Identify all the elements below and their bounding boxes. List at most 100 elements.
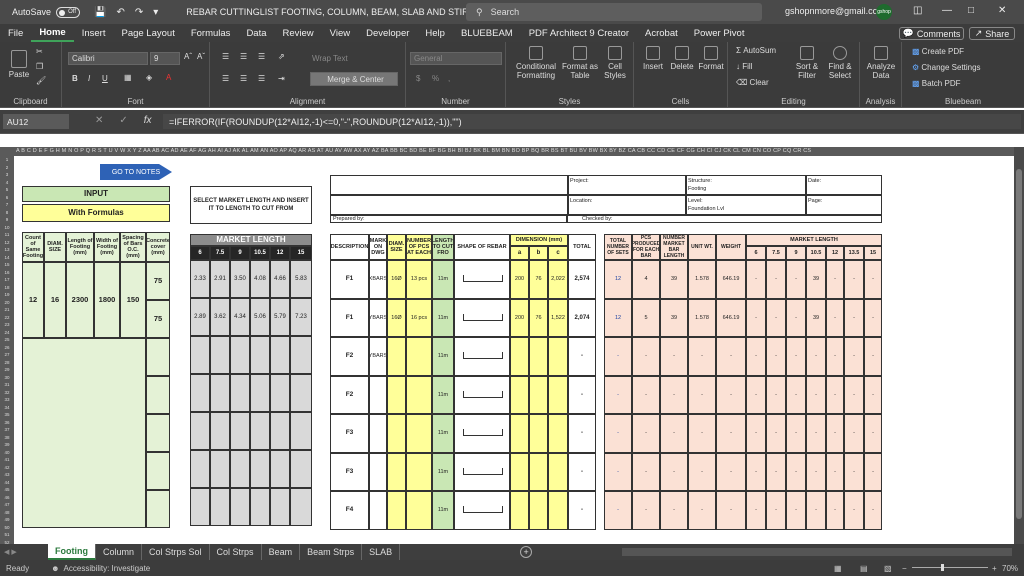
user-email[interactable]: gshopnmore@gmail.com <box>785 6 885 16</box>
row-nmb[interactable]: - <box>660 491 688 530</box>
row-header[interactable]: 18 <box>0 284 14 292</box>
row-dimension-a[interactable]: 200 <box>510 298 529 337</box>
row-market-value[interactable]: 39 <box>806 260 826 299</box>
worksheet-grid[interactable]: GO TO NOTES INPUT With Formulas SELECT M… <box>14 156 1014 544</box>
row-diameter[interactable]: 16Ø <box>387 260 406 299</box>
avatar[interactable]: gshop <box>876 4 892 20</box>
market-empty-cell[interactable] <box>230 412 250 450</box>
input-header[interactable]: Length of Footing (mm) <box>66 232 94 262</box>
row-dimension-c[interactable] <box>548 375 568 414</box>
row-dimension-b[interactable] <box>529 337 548 376</box>
rebar-shape[interactable] <box>454 298 510 337</box>
zoom-slider-knob[interactable] <box>941 564 944 571</box>
row-market-value[interactable]: - <box>844 452 864 491</box>
input-empty-cell[interactable] <box>146 414 170 452</box>
right-market-length[interactable]: 15 <box>864 246 882 260</box>
row-headers[interactable]: 1 2 3 4 5 6 7 8 9 10 11 12 13 14 15 16 17 18 19 20 21 22 23 24 2… <box>0 156 14 544</box>
row-header[interactable]: 43 <box>0 471 14 479</box>
row-market-value[interactable]: - <box>786 298 806 337</box>
right-market-length[interactable]: 10.5 <box>806 246 826 260</box>
row-sets[interactable]: 12 <box>604 298 632 337</box>
format-painter-icon[interactable]: 🖌 <box>36 76 46 85</box>
row-header[interactable]: 45 <box>0 486 14 494</box>
row-header[interactable]: 27 <box>0 351 14 359</box>
date-field[interactable]: Date: <box>806 175 882 195</box>
market-length-header[interactable]: 10.5 <box>250 246 270 260</box>
input-empty-cell[interactable] <box>146 490 170 528</box>
menu-tab-formulas[interactable]: Formulas <box>183 24 239 42</box>
bold-button[interactable]: B <box>72 74 78 83</box>
menu-tab-view[interactable]: View <box>322 24 358 42</box>
row-market-value[interactable]: - <box>746 337 766 376</box>
zoom-level[interactable]: 70% <box>1002 564 1018 573</box>
row-pieces[interactable] <box>406 491 432 530</box>
change-settings-button[interactable]: ⚙ Change Settings <box>912 63 981 72</box>
row-mark[interactable] <box>369 452 387 491</box>
input-header[interactable]: DIAM. SIZE <box>44 232 66 262</box>
row-header[interactable]: 25 <box>0 336 14 344</box>
input-header[interactable]: Count of Same Footing <box>22 232 44 262</box>
rebar-shape[interactable] <box>454 260 510 299</box>
sheet-tab-slab[interactable]: SLAB <box>362 544 401 560</box>
row-nmb[interactable]: 39 <box>660 260 688 299</box>
row-dimension-a[interactable] <box>510 414 529 453</box>
input-empty-cell[interactable] <box>146 338 170 376</box>
ribbon-display-icon[interactable]: ◫ <box>913 5 922 16</box>
copy-icon[interactable]: ❐ <box>36 62 43 71</box>
market-empty-cell[interactable] <box>290 488 312 526</box>
row-wt[interactable]: - <box>716 414 746 453</box>
market-length-value[interactable]: 3.62 <box>210 298 230 336</box>
input-empty-cell[interactable] <box>146 376 170 414</box>
row-diameter[interactable]: 16Ø <box>387 298 406 337</box>
horizontal-scrollbar[interactable] <box>622 548 1012 556</box>
row-header[interactable]: 7 <box>0 201 14 209</box>
row-market-value[interactable]: - <box>806 491 826 530</box>
format-cells-button[interactable]: Format <box>696 46 726 71</box>
search-input[interactable]: Search <box>491 7 520 17</box>
row-market-value[interactable]: - <box>826 298 844 337</box>
row-market-value[interactable]: - <box>746 452 766 491</box>
page-break-view-icon[interactable]: ▧ <box>884 564 892 573</box>
wrap-text-button[interactable]: Wrap Text <box>312 54 348 63</box>
market-empty-cell[interactable] <box>250 336 270 374</box>
fill-color-icon[interactable]: ◈ <box>146 73 152 82</box>
input-value[interactable]: 150 <box>120 262 146 338</box>
row-mark[interactable] <box>369 375 387 414</box>
vertical-scrollbar[interactable] <box>1014 147 1024 544</box>
cell-styles-button[interactable]: Cell Styles <box>600 46 630 80</box>
market-length-value[interactable]: 3.50 <box>230 260 250 298</box>
row-unit[interactable]: - <box>688 491 716 530</box>
fill-button[interactable]: ↓ Fill <box>736 62 752 71</box>
row-wt[interactable]: - <box>716 375 746 414</box>
market-empty-cell[interactable] <box>230 374 250 412</box>
align-center-icon[interactable]: ☰ <box>240 74 247 83</box>
row-market-value[interactable]: - <box>746 375 766 414</box>
row-header[interactable]: 36 <box>0 419 14 427</box>
row-header[interactable]: 44 <box>0 479 14 487</box>
dimension-header[interactable]: DIMENSION (mm) <box>510 234 568 246</box>
row-header[interactable]: 37 <box>0 426 14 434</box>
formula-input[interactable]: =IFERROR(IF(ROUNDUP(12*AI12,-1)<=0,"-",R… <box>163 114 1021 129</box>
redo-icon[interactable]: ↷ <box>135 7 143 18</box>
row-length[interactable]: 11m <box>432 298 454 337</box>
font-color-icon[interactable]: A <box>166 73 171 82</box>
row-header[interactable]: 51 <box>0 531 14 539</box>
row-header[interactable]: 2 <box>0 164 14 172</box>
row-description[interactable]: F3 <box>330 452 369 491</box>
row-header[interactable]: 5 <box>0 186 14 194</box>
row-market-value[interactable]: - <box>806 452 826 491</box>
row-prod[interactable]: - <box>632 375 660 414</box>
row-market-value[interactable]: - <box>746 260 766 299</box>
menu-tab-insert[interactable]: Insert <box>74 24 114 42</box>
row-header[interactable]: 12 <box>0 239 14 247</box>
row-dimension-a[interactable] <box>510 337 529 376</box>
italic-button[interactable]: I <box>88 74 90 83</box>
input-value[interactable]: 16 <box>44 262 66 338</box>
sort-filter-button[interactable]: Sort & Filter <box>792 46 822 80</box>
market-empty-cell[interactable] <box>250 450 270 488</box>
right-table-header[interactable]: TOTAL NUMBER OF SETS <box>604 234 632 260</box>
page-field[interactable]: Page: <box>806 195 882 215</box>
row-header[interactable]: 3 <box>0 171 14 179</box>
input-empty-cell[interactable] <box>146 452 170 490</box>
increase-font-icon[interactable]: Aˆ <box>184 52 192 61</box>
